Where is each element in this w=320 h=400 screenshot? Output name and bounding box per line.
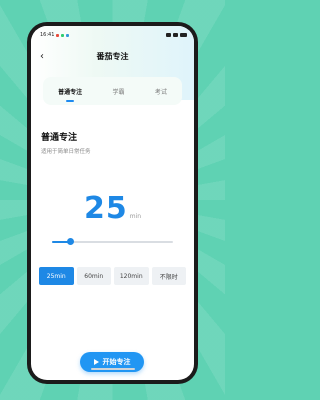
timer-value: 25: [83, 191, 128, 226]
mode-title: 普通专注: [41, 133, 78, 143]
timer-display: 25 min: [31, 191, 194, 226]
notification-icon: [56, 33, 60, 37]
page-title: 番茄专注: [96, 51, 129, 61]
tab-normal[interactable]: 普通专注: [58, 87, 82, 96]
back-icon[interactable]: ‹: [40, 48, 44, 64]
notification-icon: [61, 33, 65, 37]
status-right: [166, 33, 187, 37]
mode-subtitle: 适用于简单日常任务: [41, 149, 91, 155]
status-bar: 16:41: [40, 30, 187, 40]
nav-bar: ‹ 番茄专注: [31, 48, 194, 64]
play-icon: [93, 359, 99, 365]
status-time: 16:41: [40, 32, 55, 38]
wifi-icon: [166, 33, 171, 37]
start-focus-label: 开始专注: [102, 358, 131, 366]
timer-unit: min: [129, 213, 142, 220]
mode-tabs: 普通专注 学霸 考试: [43, 77, 182, 105]
phone-frame: 16:41 ‹ 番茄专注 普通专注 学霸 考试 普通专注 适用于简单日常任务 2…: [31, 26, 194, 380]
slider-knob[interactable]: [66, 238, 74, 245]
home-indicator: [90, 368, 135, 370]
preset-120min[interactable]: 120min: [114, 267, 149, 285]
preset-60min[interactable]: 60min: [76, 267, 111, 285]
status-left: 16:41: [40, 32, 70, 38]
preset-group: 25min 60min 120min 不限时: [39, 267, 186, 285]
preset-unlimited[interactable]: 不限时: [151, 267, 186, 285]
signal-icon: [173, 33, 178, 37]
tab-scholar[interactable]: 学霸: [112, 87, 124, 96]
tab-exam[interactable]: 考试: [155, 87, 167, 96]
battery-icon: [180, 33, 187, 37]
notification-icon: [66, 33, 70, 37]
preset-25min[interactable]: 25min: [39, 267, 74, 285]
duration-slider[interactable]: [52, 238, 173, 245]
